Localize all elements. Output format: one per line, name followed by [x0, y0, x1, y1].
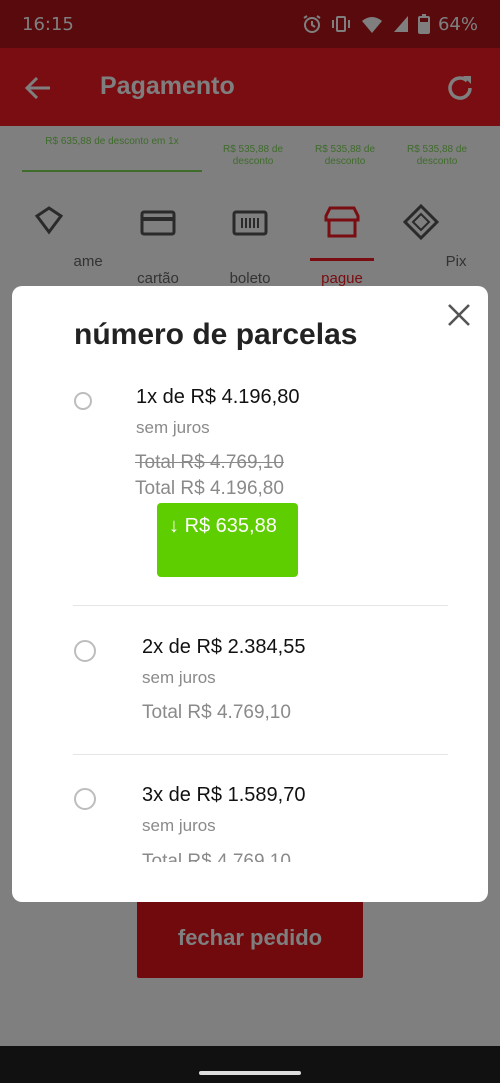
radio-button[interactable]: [74, 392, 92, 410]
close-icon[interactable]: [446, 302, 472, 328]
installment-option-2x[interactable]: 2x de R$ 2.384,55 sem juros Total R$ 4.7…: [12, 606, 488, 754]
dialog-title: número de parcelas: [74, 318, 358, 351]
installment-amount: 3x de R$ 1.589,70: [142, 784, 306, 806]
installment-options-list[interactable]: 1x de R$ 4.196,80 sem juros Total R$ 4.7…: [12, 376, 488, 862]
installment-amount: 2x de R$ 2.384,55: [142, 636, 306, 658]
discount-value: R$ 635,88: [184, 515, 277, 537]
home-indicator[interactable]: [199, 1071, 301, 1075]
installment-option-1x[interactable]: 1x de R$ 4.196,80 sem juros Total R$ 4.7…: [12, 376, 488, 606]
radio-button[interactable]: [74, 640, 96, 662]
installment-amount: 1x de R$ 4.196,80: [136, 386, 300, 408]
interest-label: sem juros: [142, 668, 216, 687]
navigation-bar: [0, 1046, 500, 1083]
interest-label: sem juros: [142, 816, 216, 835]
radio-button[interactable]: [74, 788, 96, 810]
discount-badge: ↓ R$ 635,88: [157, 503, 298, 577]
arrow-down-icon: ↓: [169, 515, 179, 537]
installment-total: Total R$ 4.196,80: [135, 478, 284, 499]
installments-dialog: número de parcelas 1x de R$ 4.196,80 sem…: [12, 286, 488, 902]
interest-label: sem juros: [136, 418, 210, 437]
installment-option-3x[interactable]: 3x de R$ 1.589,70 sem juros Total R$ 4.7…: [12, 755, 488, 862]
installment-total: Total R$ 4.769,10: [142, 851, 291, 862]
original-total: Total R$ 4.769,10: [135, 452, 284, 473]
installment-total: Total R$ 4.769,10: [142, 702, 291, 723]
